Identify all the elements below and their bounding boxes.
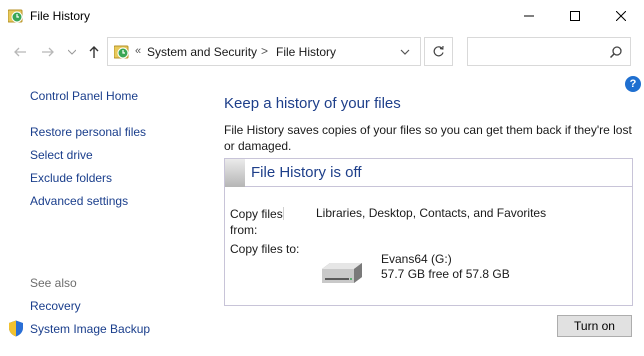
status-panel: File History is off Copy files from: Lib… (224, 158, 633, 306)
see-also-heading: See also (30, 276, 77, 290)
turn-on-button[interactable]: Turn on (557, 315, 632, 337)
search-input[interactable] (467, 37, 631, 66)
status-panel-header: File History is off (225, 159, 632, 187)
up-arrow-icon (89, 46, 99, 58)
up-button[interactable] (86, 44, 102, 60)
search-icon (609, 46, 622, 59)
status-title: File History is off (251, 164, 362, 181)
shield-icon (9, 320, 23, 337)
help-icon[interactable]: ? (625, 76, 641, 92)
sidebar-item-exclude-folders[interactable]: Exclude folders (30, 171, 112, 185)
sidebar-item-select-drive[interactable]: Select drive (30, 148, 93, 162)
see-also-system-image-backup[interactable]: System Image Backup (30, 322, 150, 336)
copy-from-label: Copy files from: (230, 207, 283, 237)
breadcrumb-system-and-security[interactable]: System and Security (147, 45, 257, 59)
chevron-down-icon (68, 49, 76, 55)
copy-to-label: Copy files to: (230, 242, 300, 256)
address-bar[interactable]: « System and Security > File History (107, 37, 421, 66)
forward-arrow-icon (42, 47, 54, 57)
back-arrow-icon (14, 47, 26, 57)
page-title: Keep a history of your files (224, 95, 401, 112)
drive-name: Evans64 (G:) (381, 252, 452, 266)
refresh-icon (433, 45, 444, 57)
page-description: File History saves copies of your files … (224, 123, 632, 153)
close-icon (616, 11, 626, 21)
recent-locations-button[interactable] (64, 44, 80, 60)
file-history-app-icon (8, 9, 23, 23)
maximize-button[interactable] (552, 0, 598, 32)
refresh-button[interactable] (424, 37, 453, 66)
breadcrumb-overflow[interactable]: « (135, 45, 141, 57)
address-dropdown-icon[interactable] (399, 47, 411, 57)
copy-from-divider (283, 207, 284, 220)
copy-from-value: Libraries, Desktop, Contacts, and Favori… (316, 206, 547, 220)
minimize-icon (524, 15, 534, 17)
forward-button[interactable] (40, 44, 56, 60)
drive-icon (322, 263, 362, 283)
breadcrumb-file-history[interactable]: File History (276, 45, 336, 59)
minimize-button[interactable] (506, 0, 552, 32)
drive-free-space: 57.7 GB free of 57.8 GB (381, 267, 510, 281)
status-bar-indicator (225, 159, 245, 187)
back-button[interactable] (12, 44, 28, 60)
see-also-recovery[interactable]: Recovery (30, 299, 81, 313)
sidebar-item-advanced-settings[interactable]: Advanced settings (30, 194, 128, 208)
sidebar-item-restore-personal-files[interactable]: Restore personal files (30, 125, 146, 139)
window-title: File History (30, 9, 91, 23)
maximize-icon (570, 11, 580, 21)
title-bar: File History (0, 0, 644, 33)
sidebar-item-control-panel-home[interactable]: Control Panel Home (30, 89, 138, 103)
breadcrumb-separator[interactable]: > (261, 44, 268, 58)
file-history-location-icon (114, 45, 129, 59)
close-button[interactable] (598, 0, 644, 32)
